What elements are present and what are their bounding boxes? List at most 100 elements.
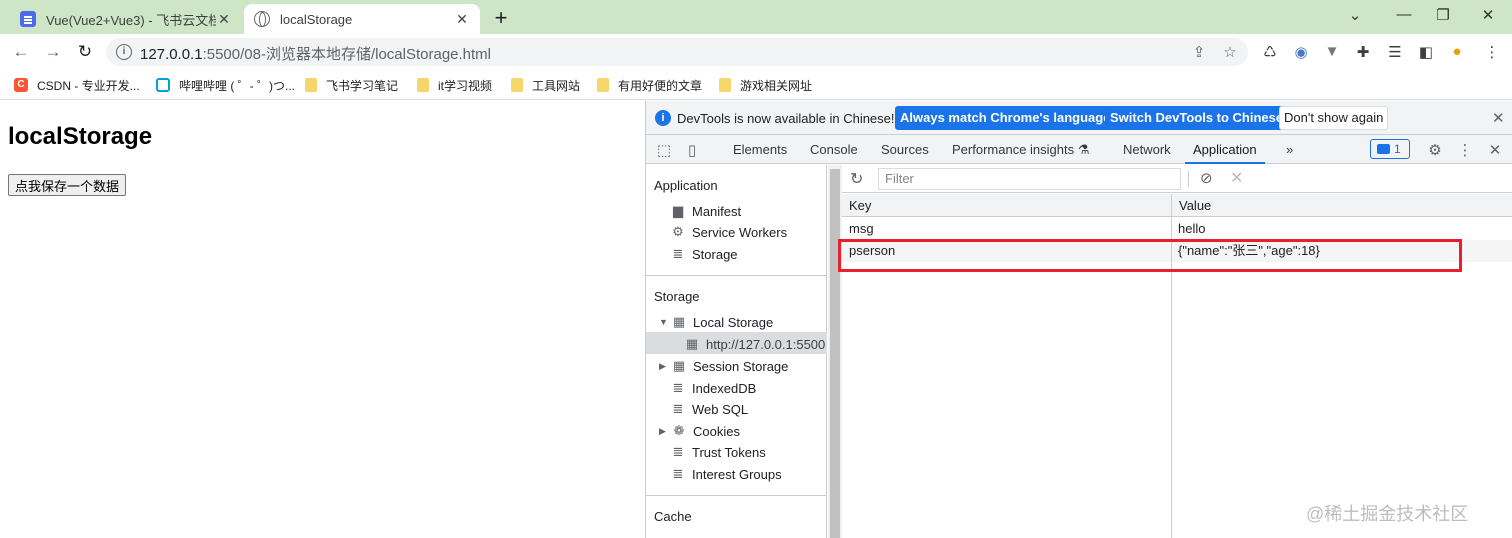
table-grid-icon: ▦ [685,336,699,351]
triangle-right-icon[interactable]: ▶ [659,426,669,437]
sidebar-item-local-storage[interactable]: ▼ ▦ Local Storage [659,314,773,330]
profile-avatar[interactable]: ● [1447,43,1467,60]
bookmark-label: CSDN - 专业开发... [37,78,140,93]
vue-devtools-icon[interactable]: ▼ [1322,43,1342,60]
window-close-button[interactable]: ✕ [1478,6,1498,24]
clear-all-icon[interactable]: ⊘ [1200,169,1213,187]
cookie-icon: ❁ [673,423,685,438]
close-icon[interactable]: ✕ [1492,109,1505,127]
bookmark-label: 飞书学习笔记 [326,78,399,93]
bookmark-star-icon[interactable]: ☆ [1221,43,1239,61]
tab-title: Vue(Vue2+Vue3) - 飞书云文档 [46,12,216,28]
table-row[interactable]: pserson {"name":"张三","age":18} [842,240,1512,262]
tab-network[interactable]: Network [1123,135,1171,164]
devtools-panel: i DevTools is now available in Chinese! … [645,101,1512,538]
filter-input[interactable]: Filter [878,168,1181,190]
column-header-value[interactable]: Value [1171,194,1512,216]
kebab-menu-icon[interactable]: ⋮ [1456,141,1474,159]
sidebar-item-label: Service Workers [692,224,788,240]
bookmark-folder-feishu[interactable]: 飞书学习笔记 [305,76,398,94]
save-data-button[interactable]: 点我保存一个数据 [8,174,127,196]
triangle-down-icon[interactable]: ▼ [659,317,669,327]
column-header-key[interactable]: Key [842,194,1171,216]
reading-list-icon[interactable]: ☰ [1385,43,1405,61]
cell-value[interactable]: {"name":"张三","age":18} [1171,240,1512,262]
tab-application[interactable]: Application [1185,135,1265,164]
close-devtools-icon[interactable]: ✕ [1486,141,1504,159]
bookmark-folder-games[interactable]: 游戏相关网址 [719,76,812,94]
folder-icon [719,78,731,92]
gear-icon[interactable]: ⚙ [1426,141,1444,159]
sidebar-item-interest-groups[interactable]: ≣ Interest Groups [671,466,782,482]
sidebar-item-label: Storage [692,246,738,262]
tab-feishu-doc[interactable]: Vue(Vue2+Vue3) - 飞书云文档 ✕ [10,4,242,34]
bookmark-bilibili[interactable]: 哔哩哔哩 ( ゜- ゜)つ... [156,76,295,94]
minimize-button[interactable]: — [1394,6,1414,23]
csdn-icon: C [14,78,28,92]
storage-view: ↻ Filter ⊘ ✕ Key Value msg hello pserson… [842,165,1512,538]
bookmark-folder-it[interactable]: it学习视频 [417,76,492,94]
address-bar[interactable]: i 127.0.0.1:5500/08-浏览器本地存储/localStorage… [106,38,1248,66]
sidebar-item-manifest[interactable]: ▆ Manifest [671,203,741,219]
sidebar-header-storage: Storage [654,289,700,304]
sidebar-scrollbar[interactable] [828,165,842,538]
table-row[interactable]: msg hello [842,218,1512,240]
cell-key[interactable]: pserson [842,240,1171,262]
info-icon[interactable]: i [116,44,132,60]
puzzle-extensions-icon[interactable]: ✚ [1353,43,1373,61]
extension-icon[interactable]: ◉ [1291,43,1311,61]
tab-console[interactable]: Console [810,135,858,164]
url-host: 127.0.0.1 [140,46,203,63]
sidebar-item-label: http://127.0.0.1:5500 [706,336,826,352]
tab-search-icon[interactable]: ⌄ [1345,6,1365,24]
sidebar-item-session-storage[interactable]: ▶ ▦ Session Storage [659,358,788,374]
column-divider[interactable] [1171,217,1172,538]
maximize-button[interactable]: ❐ [1433,6,1453,24]
sidebar-header-cache: Cache [654,509,692,524]
bookmark-csdn[interactable]: C CSDN - 专业开发... [14,76,140,94]
bookmark-folder-tools[interactable]: 工具网站 [511,76,580,94]
issues-badge[interactable]: 1 [1370,139,1410,159]
switch-chinese-button[interactable]: Switch DevTools to Chinese [1105,106,1289,130]
sidebar-item-service-workers[interactable]: ⚙ Service Workers [671,224,787,240]
language-infobar: i DevTools is now available in Chinese! … [646,101,1512,135]
database-icon: ≣ [672,380,684,395]
close-icon[interactable]: ✕ [454,11,470,28]
menu-icon[interactable]: ⋮ [1482,43,1502,61]
tab-localstorage[interactable]: localStorage ✕ [244,4,480,34]
sidebar-item-local-storage-origin[interactable]: ▦ http://127.0.0.1:5500 [685,336,825,352]
tab-elements[interactable]: Elements [733,135,787,164]
tab-performance-insights[interactable]: Performance insights ⚗ [952,135,1089,164]
web-page: localStorage 点我保存一个数据 [0,101,645,538]
forward-button[interactable]: → [41,40,65,64]
inspect-element-icon[interactable]: ⬚ [655,141,673,159]
bookmark-folder-articles[interactable]: 有用好便的文章 [597,76,702,94]
scrollbar-thumb[interactable] [830,169,840,538]
sidebar-item-indexeddb[interactable]: ≣ IndexedDB [671,380,757,396]
cell-value[interactable]: hello [1171,218,1512,240]
tab-sources[interactable]: Sources [881,135,929,164]
sidebar-item-cookies[interactable]: ▶ ❁ Cookies [659,423,740,439]
close-icon[interactable]: ✕ [216,11,232,28]
match-language-button[interactable]: Always match Chrome's language [895,106,1116,130]
share-icon[interactable]: ⇪ [1190,43,1208,61]
sidebar-item-storage[interactable]: ≣ Storage [671,246,738,262]
browser-toolbar: ← → ↻ i 127.0.0.1:5500/08-浏览器本地存储/localS… [0,34,1512,70]
new-tab-button[interactable]: + [488,5,514,31]
sidebar-item-websql[interactable]: ≣ Web SQL [671,401,749,417]
refresh-icon[interactable]: ↻ [850,169,863,189]
sidebar-item-trust-tokens[interactable]: ≣ Trust Tokens [671,444,766,460]
side-panel-icon[interactable]: ◧ [1416,43,1436,61]
reload-button[interactable]: ↻ [73,40,97,64]
folder-icon [511,78,523,92]
cell-key[interactable]: msg [842,218,1171,240]
device-toolbar-icon[interactable]: ▯ [683,141,701,159]
devtools-tabbar: ⬚ ▯ Elements Console Sources Performance… [646,135,1512,164]
recycle-extension-icon[interactable]: ♺ [1260,43,1280,61]
delete-selected-icon[interactable]: ✕ [1230,168,1243,188]
back-button[interactable]: ← [9,40,33,64]
triangle-right-icon[interactable]: ▶ [659,361,669,372]
more-tabs-button[interactable]: » [1286,135,1293,164]
url-text[interactable]: 127.0.0.1:5500/08-浏览器本地存储/localStorage.h… [140,43,491,64]
dont-show-again-button[interactable]: Don't show again [1279,106,1389,130]
